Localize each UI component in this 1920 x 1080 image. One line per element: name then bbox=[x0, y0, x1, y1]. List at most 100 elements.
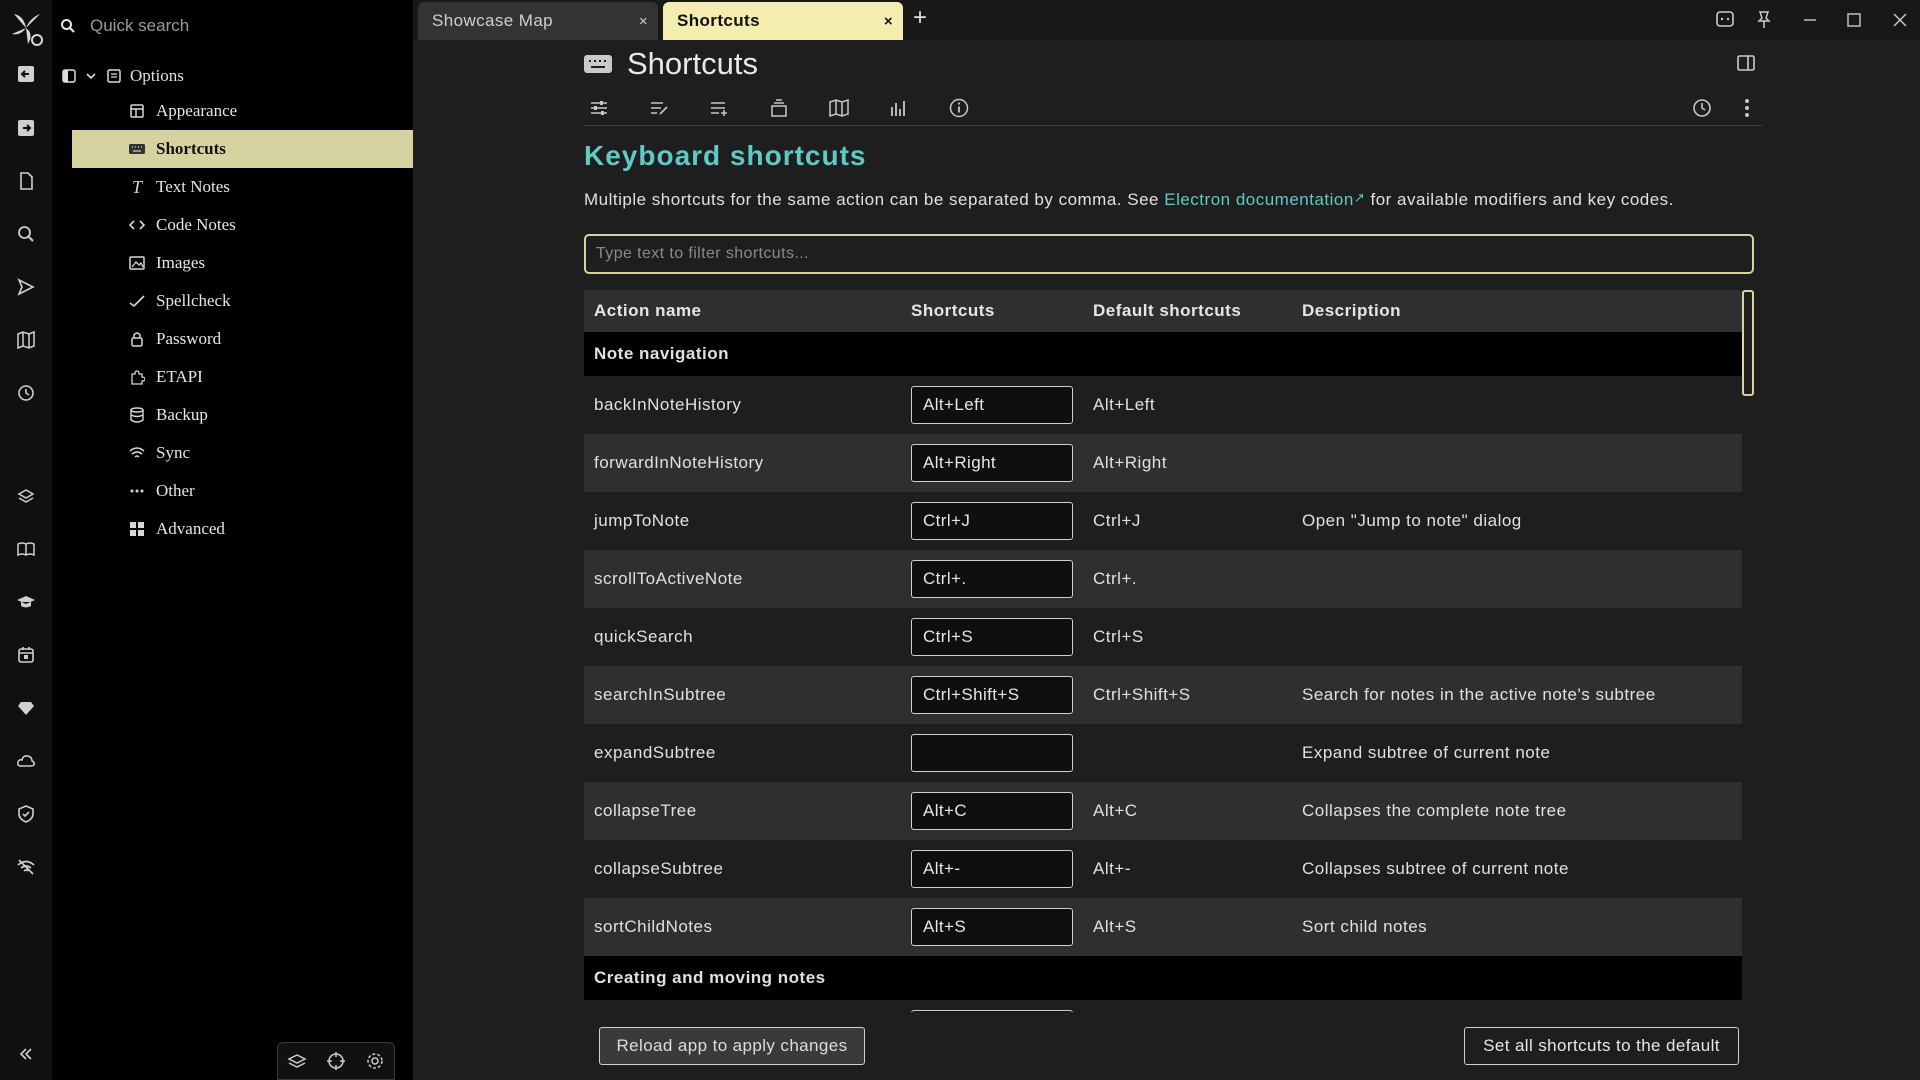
shortcut-input[interactable] bbox=[911, 444, 1073, 482]
tree-item-password[interactable]: Password bbox=[72, 320, 413, 358]
tree-item-spellcheck[interactable]: Spellcheck bbox=[72, 282, 413, 320]
edit-list-icon[interactable] bbox=[645, 94, 673, 122]
gem-icon[interactable] bbox=[10, 692, 42, 724]
tab-showcase-map[interactable]: Showcase Map × bbox=[418, 2, 658, 40]
shortcut-input[interactable] bbox=[911, 1010, 1073, 1012]
shortcut-input[interactable] bbox=[911, 850, 1073, 888]
info-icon[interactable] bbox=[945, 94, 973, 122]
send-icon[interactable] bbox=[10, 271, 42, 303]
external-link-icon[interactable]: ↗ bbox=[1354, 190, 1365, 205]
reload-app-button[interactable]: Reload app to apply changes bbox=[599, 1027, 865, 1065]
bar-chart-icon[interactable] bbox=[885, 94, 913, 122]
filter-shortcuts-field[interactable] bbox=[584, 234, 1754, 274]
tree-item-advanced[interactable]: Advanced bbox=[72, 510, 413, 548]
sidebar-toggle-icon[interactable] bbox=[62, 69, 76, 83]
table-header-row: Action name Shortcuts Default shortcuts … bbox=[584, 290, 1742, 332]
tree-item-backup[interactable]: Backup bbox=[72, 396, 413, 434]
forward-icon[interactable] bbox=[10, 112, 42, 144]
default-shortcut: Alt+C bbox=[1083, 782, 1292, 840]
wifi-off-icon[interactable] bbox=[10, 851, 42, 883]
tree-item-images[interactable]: Images bbox=[72, 244, 413, 282]
close-window-icon[interactable] bbox=[1886, 6, 1914, 34]
maximize-icon[interactable] bbox=[1840, 6, 1868, 34]
close-icon[interactable]: × bbox=[884, 13, 893, 30]
options-content: Keyboard shortcuts Multiple shortcuts fo… bbox=[584, 140, 1754, 210]
ribbon-toolbar bbox=[583, 88, 1763, 126]
tree-item-text-notes[interactable]: T Text Notes bbox=[72, 168, 413, 206]
tree-item-appearance[interactable]: Appearance bbox=[72, 92, 413, 130]
pin-icon[interactable] bbox=[1750, 6, 1778, 34]
tree-item-label: Password bbox=[156, 329, 222, 348]
logo-icon[interactable] bbox=[6, 8, 46, 48]
quick-search-placeholder[interactable]: Quick search bbox=[90, 16, 189, 36]
book-icon[interactable] bbox=[10, 533, 42, 565]
shortcuts-table-container: Action name Shortcuts Default shortcuts … bbox=[584, 290, 1742, 1012]
calendar-icon[interactable] bbox=[10, 639, 42, 671]
table-row: jumpToNote Ctrl+J Open "Jump to note" di… bbox=[584, 492, 1742, 550]
grid-icon bbox=[128, 521, 146, 537]
tab-shortcuts[interactable]: Shortcuts × bbox=[663, 2, 903, 40]
reset-shortcuts-button[interactable]: Set all shortcuts to the default bbox=[1464, 1027, 1739, 1065]
map-icon[interactable] bbox=[825, 94, 853, 122]
minimize-icon[interactable] bbox=[1796, 6, 1824, 34]
page-title: Keyboard shortcuts bbox=[584, 140, 867, 171]
shield-icon[interactable] bbox=[10, 798, 42, 830]
gear-icon[interactable] bbox=[365, 1051, 385, 1071]
new-note-icon[interactable] bbox=[10, 165, 42, 197]
default-shortcut: Ctrl+J bbox=[1083, 492, 1292, 550]
tree-root-options[interactable]: Options bbox=[52, 60, 413, 92]
tree-item-code-notes[interactable]: Code Notes bbox=[72, 206, 413, 244]
graduation-icon[interactable] bbox=[10, 586, 42, 618]
shortcut-input[interactable] bbox=[911, 908, 1073, 946]
table-scrollbar[interactable] bbox=[1742, 290, 1754, 396]
search-icon bbox=[60, 18, 76, 34]
action-description: Sort child notes bbox=[1292, 898, 1742, 956]
map-icon[interactable] bbox=[10, 324, 42, 356]
layers-icon[interactable] bbox=[287, 1051, 308, 1071]
shortcut-input[interactable] bbox=[911, 676, 1073, 714]
add-list-icon[interactable] bbox=[705, 94, 733, 122]
text-icon: T bbox=[131, 176, 142, 197]
close-icon[interactable]: × bbox=[639, 13, 648, 30]
chevron-down-icon[interactable] bbox=[84, 69, 98, 83]
column-header-default: Default shortcuts bbox=[1083, 290, 1292, 332]
action-name: expandSubtree bbox=[584, 724, 901, 782]
search-icon[interactable] bbox=[10, 218, 42, 250]
tree-item-shortcuts[interactable]: Shortcuts bbox=[72, 130, 413, 168]
keyboard-icon bbox=[583, 53, 613, 75]
collapse-icon[interactable] bbox=[10, 1038, 42, 1070]
tree-item-other[interactable]: Other bbox=[72, 472, 413, 510]
shortcut-input[interactable] bbox=[911, 792, 1073, 830]
chat-icon[interactable] bbox=[1711, 6, 1739, 34]
new-tab-button[interactable]: + bbox=[913, 4, 927, 32]
note-title[interactable]: Shortcuts bbox=[627, 46, 758, 82]
shortcut-input[interactable] bbox=[911, 386, 1073, 424]
shortcut-input[interactable] bbox=[911, 560, 1073, 598]
quick-search[interactable]: Quick search bbox=[52, 0, 413, 52]
history-icon[interactable] bbox=[1688, 94, 1716, 122]
shortcut-input[interactable] bbox=[911, 502, 1073, 540]
tree-item-label: Shortcuts bbox=[156, 139, 226, 158]
tree-item-sync[interactable]: Sync bbox=[72, 434, 413, 472]
tree-item-etapi[interactable]: ETAPI bbox=[72, 358, 413, 396]
default-shortcut: Ctrl+Shift+S bbox=[1083, 666, 1292, 724]
shortcut-input[interactable] bbox=[911, 734, 1073, 772]
shortcuts-table: Action name Shortcuts Default shortcuts … bbox=[584, 290, 1742, 1012]
right-panel-toggle-icon[interactable] bbox=[1736, 53, 1756, 73]
shortcut-input[interactable] bbox=[911, 618, 1073, 656]
settings-sliders-icon[interactable] bbox=[585, 94, 613, 122]
back-icon[interactable] bbox=[10, 58, 42, 90]
more-vertical-icon[interactable] bbox=[1733, 94, 1761, 122]
electron-docs-link[interactable]: Electron documentation bbox=[1164, 190, 1354, 209]
crosshair-icon[interactable] bbox=[326, 1051, 346, 1071]
filter-shortcuts-input[interactable] bbox=[596, 245, 1752, 263]
stack-icon[interactable] bbox=[765, 94, 793, 122]
default-shortcut: Alt+Right bbox=[1083, 434, 1292, 492]
default-shortcut: Alt+Left bbox=[1083, 376, 1292, 434]
history-icon[interactable] bbox=[10, 377, 42, 409]
column-header-shortcuts: Shortcuts bbox=[901, 290, 1083, 332]
table-row: searchInSubtree Ctrl+Shift+S Search for … bbox=[584, 666, 1742, 724]
table-row: sortChildNotes Alt+S Sort child notes bbox=[584, 898, 1742, 956]
training-icon[interactable] bbox=[10, 480, 42, 512]
cloud-icon[interactable] bbox=[10, 745, 42, 777]
